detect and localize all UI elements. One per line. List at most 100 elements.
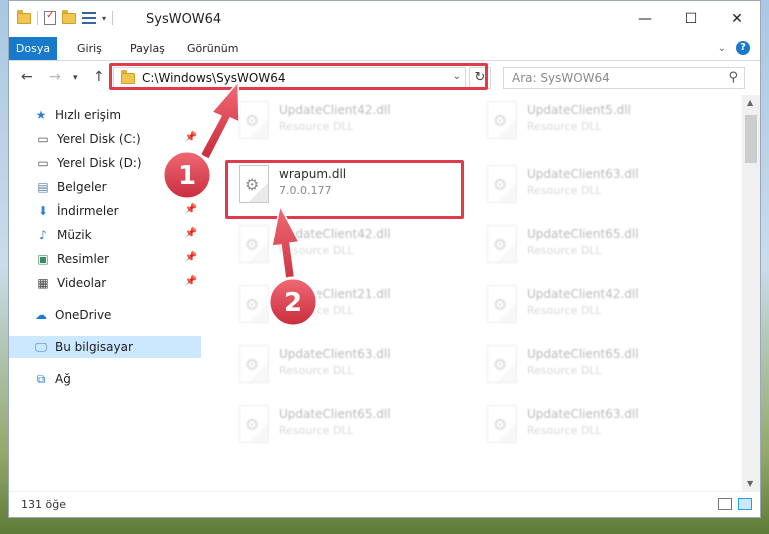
sidebar-item-documents[interactable]: ▤ Belgeler 📌: [9, 176, 201, 198]
dll-file-icon: [487, 405, 517, 443]
file-description: Resource DLL: [279, 364, 354, 377]
file-item[interactable]: UpdateClient42.dll Resource DLL: [479, 279, 709, 331]
tab-giris[interactable]: Giriş: [67, 37, 112, 60]
file-name: UpdateClient21.dll: [279, 287, 391, 301]
search-icon[interactable]: ⚲: [728, 70, 738, 85]
file-description: Resource DLL: [527, 184, 602, 197]
pin-icon[interactable]: 📌: [185, 228, 197, 239]
view-icon[interactable]: [82, 12, 96, 24]
file-item[interactable]: UpdateClient42.dll Resource DLL: [231, 219, 461, 271]
new-folder-icon[interactable]: [62, 9, 76, 24]
file-name: UpdateClient63.dll: [279, 347, 391, 361]
star-icon: ★: [35, 108, 47, 122]
close-button[interactable]: ✕: [714, 1, 760, 37]
help-icon[interactable]: ?: [736, 41, 750, 55]
file-item[interactable]: UpdateClient42.dll Resource DLL: [231, 95, 461, 147]
customize-toolbar-dropdown[interactable]: ▾: [102, 14, 106, 23]
sidebar-item-local-disk-d[interactable]: ▭ Yerel Disk (D:): [9, 152, 201, 174]
file-item[interactable]: UpdateClient65.dll Resource DLL: [479, 339, 709, 391]
file-name: UpdateClient65.dll: [279, 407, 391, 421]
file-description: Resource DLL: [527, 304, 602, 317]
file-description: Resource DLL: [279, 120, 354, 133]
recent-locations-dropdown[interactable]: ▾: [73, 73, 78, 83]
file-name: UpdateClient65.dll: [527, 227, 639, 241]
scroll-up-arrow-icon[interactable]: ▲: [747, 98, 753, 107]
tiles-view-icon[interactable]: [738, 498, 752, 510]
dll-file-icon: [487, 165, 517, 203]
music-icon: ♪: [39, 228, 47, 242]
drive-icon: ▭: [37, 156, 49, 170]
sidebar-item-music[interactable]: ♪ Müzik 📌: [9, 224, 201, 246]
folder-icon: [17, 9, 31, 24]
scroll-down-arrow-icon[interactable]: ▼: [747, 479, 753, 488]
cloud-icon: ☁: [35, 308, 47, 322]
dll-file-icon: [239, 285, 269, 323]
navigation-pane: ★ Hızlı erişim ▭ Yerel Disk (C:) 📌 ▭ Yer…: [9, 95, 205, 491]
scrollbar-thumb[interactable]: [745, 115, 757, 163]
sidebar-item-label: OneDrive: [55, 308, 112, 322]
dll-file-icon: [487, 345, 517, 383]
file-item[interactable]: UpdateClient63.dll Resource DLL: [479, 159, 709, 211]
title-bar: ▾ SysWOW64 — ☐ ✕: [9, 1, 760, 37]
sidebar-item-network[interactable]: ⧉ Ağ: [9, 368, 201, 390]
minimize-button[interactable]: —: [622, 1, 668, 37]
tab-gorunum[interactable]: Görünüm: [177, 37, 248, 60]
pin-icon[interactable]: 📌: [185, 180, 197, 191]
sidebar-item-this-pc[interactable]: 🖵 Bu bilgisayar: [9, 336, 201, 358]
file-item[interactable]: UpdateClient65.dll Resource DLL: [479, 219, 709, 271]
dll-file-icon: [487, 101, 517, 139]
back-arrow-icon[interactable]: ←: [21, 69, 33, 85]
file-list: UpdateClient42.dll Resource DLL wrapum.d…: [207, 95, 740, 491]
tab-paylas[interactable]: Paylaş: [120, 37, 175, 60]
sidebar-item-label: Belgeler: [57, 180, 107, 194]
properties-icon[interactable]: [44, 10, 56, 25]
file-name: UpdateClient5.dll: [527, 103, 631, 117]
sidebar-item-local-disk-c[interactable]: ▭ Yerel Disk (C:) 📌: [9, 128, 201, 150]
window-title: SysWOW64: [146, 12, 222, 27]
file-item[interactable]: UpdateClient65.dll Resource DLL: [231, 399, 461, 451]
pin-icon[interactable]: 📌: [185, 252, 197, 263]
file-name: UpdateClient42.dll: [279, 227, 391, 241]
search-input[interactable]: Ara: SysWOW64 ⚲: [503, 67, 745, 89]
file-description: Resource DLL: [527, 244, 602, 257]
chevron-down-icon[interactable]: ⌄: [718, 43, 726, 54]
file-item[interactable]: UpdateClient63.dll Resource DLL: [231, 339, 461, 391]
sidebar-item-label: İndirmeler: [57, 204, 119, 218]
sidebar-item-pictures[interactable]: ▣ Resimler 📌: [9, 248, 201, 270]
pin-icon[interactable]: 📌: [185, 132, 197, 143]
separator: [112, 11, 114, 25]
separator: [37, 11, 38, 25]
maximize-button[interactable]: ☐: [668, 1, 714, 37]
sidebar-item-label: Yerel Disk (D:): [57, 156, 142, 170]
details-view-icon[interactable]: [718, 498, 732, 510]
pin-icon[interactable]: 📌: [185, 204, 197, 215]
file-item[interactable]: UpdateClient21.dll Resource DLL: [231, 279, 461, 331]
forward-arrow-icon[interactable]: →: [49, 69, 61, 85]
file-item[interactable]: UpdateClient63.dll Resource DLL: [479, 399, 709, 451]
ribbon-controls: ⌄ ?: [718, 41, 750, 55]
file-description: Resource DLL: [527, 364, 602, 377]
dll-file-icon: [487, 285, 517, 323]
ribbon: Dosya Giriş Paylaş Görünüm ⌄ ?: [9, 37, 760, 61]
sidebar-item-quick-access[interactable]: ★ Hızlı erişim: [9, 104, 201, 126]
file-item[interactable]: UpdateClient5.dll Resource DLL: [479, 95, 709, 147]
up-arrow-icon[interactable]: ↑: [93, 69, 105, 85]
dll-file-icon: [239, 345, 269, 383]
download-icon: ⬇: [37, 204, 49, 218]
search-placeholder: Ara: SysWOW64: [512, 71, 610, 85]
sidebar-item-label: Müzik: [57, 228, 92, 242]
vertical-scrollbar[interactable]: ▲ ▼: [742, 95, 760, 491]
sidebar-item-downloads[interactable]: ⬇ İndirmeler 📌: [9, 200, 201, 222]
sidebar-item-label: Videolar: [57, 276, 107, 290]
file-description: Resource DLL: [279, 304, 354, 317]
file-name: UpdateClient63.dll: [527, 407, 639, 421]
video-icon: ▦: [37, 276, 49, 290]
tab-dosya[interactable]: Dosya: [9, 37, 57, 60]
dll-file-icon: [487, 225, 517, 263]
sidebar-item-label: Hızlı erişim: [55, 108, 122, 122]
view-toggle: [718, 498, 752, 510]
file-description: Resource DLL: [279, 424, 354, 437]
pin-icon[interactable]: 📌: [185, 276, 197, 287]
sidebar-item-videos[interactable]: ▦ Videolar 📌: [9, 272, 201, 294]
sidebar-item-onedrive[interactable]: ☁ OneDrive: [9, 304, 201, 326]
